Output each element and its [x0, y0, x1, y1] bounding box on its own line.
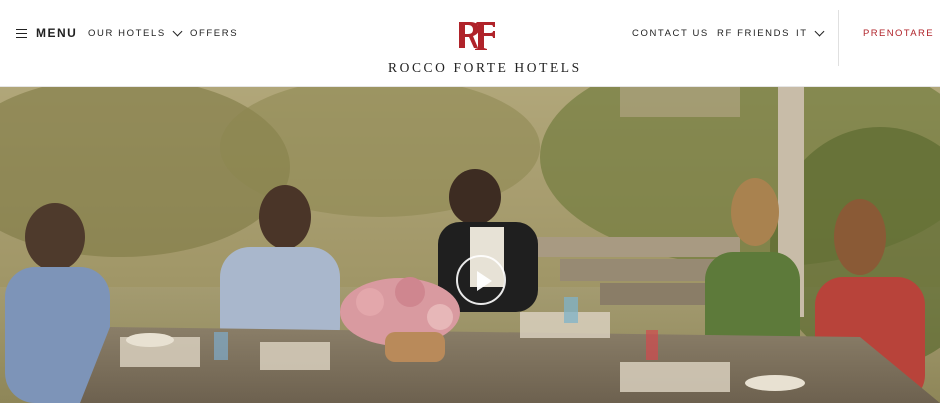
logo[interactable]: ROCCO FORTE HOTELS	[388, 18, 582, 76]
play-icon	[477, 271, 492, 291]
hero-video[interactable]	[0, 87, 940, 403]
nav-offers[interactable]: OFFERS	[190, 28, 238, 39]
language-selector[interactable]: IT	[796, 26, 825, 39]
hero-image	[0, 87, 940, 403]
chevron-down-icon	[814, 26, 825, 37]
play-button[interactable]	[456, 255, 506, 305]
header-divider	[838, 10, 839, 66]
menu-button[interactable]: MENU	[16, 26, 77, 40]
nav-rf-friends-label: RF FRIENDS	[717, 28, 790, 39]
nav-rf-friends[interactable]: RF FRIENDS	[717, 28, 790, 39]
nav-contact-us-label: CONTACT US	[632, 28, 709, 39]
nav-our-hotels-label: OUR HOTELS	[88, 28, 166, 39]
rf-monogram-icon	[459, 22, 495, 50]
book-button[interactable]: PRENOTARE	[863, 28, 934, 39]
chevron-down-icon	[172, 26, 183, 37]
language-label: IT	[796, 28, 808, 39]
menu-label: MENU	[36, 26, 78, 40]
nav-contact-us[interactable]: CONTACT US	[632, 28, 709, 39]
nav-offers-label: OFFERS	[190, 28, 239, 39]
brand-name: ROCCO FORTE HOTELS	[388, 60, 582, 75]
nav-our-hotels[interactable]: OUR HOTELS	[88, 26, 183, 39]
site-header: MENU OUR HOTELS OFFERS ROCCO FORTE HOTEL…	[0, 0, 940, 87]
hamburger-icon	[16, 28, 27, 38]
